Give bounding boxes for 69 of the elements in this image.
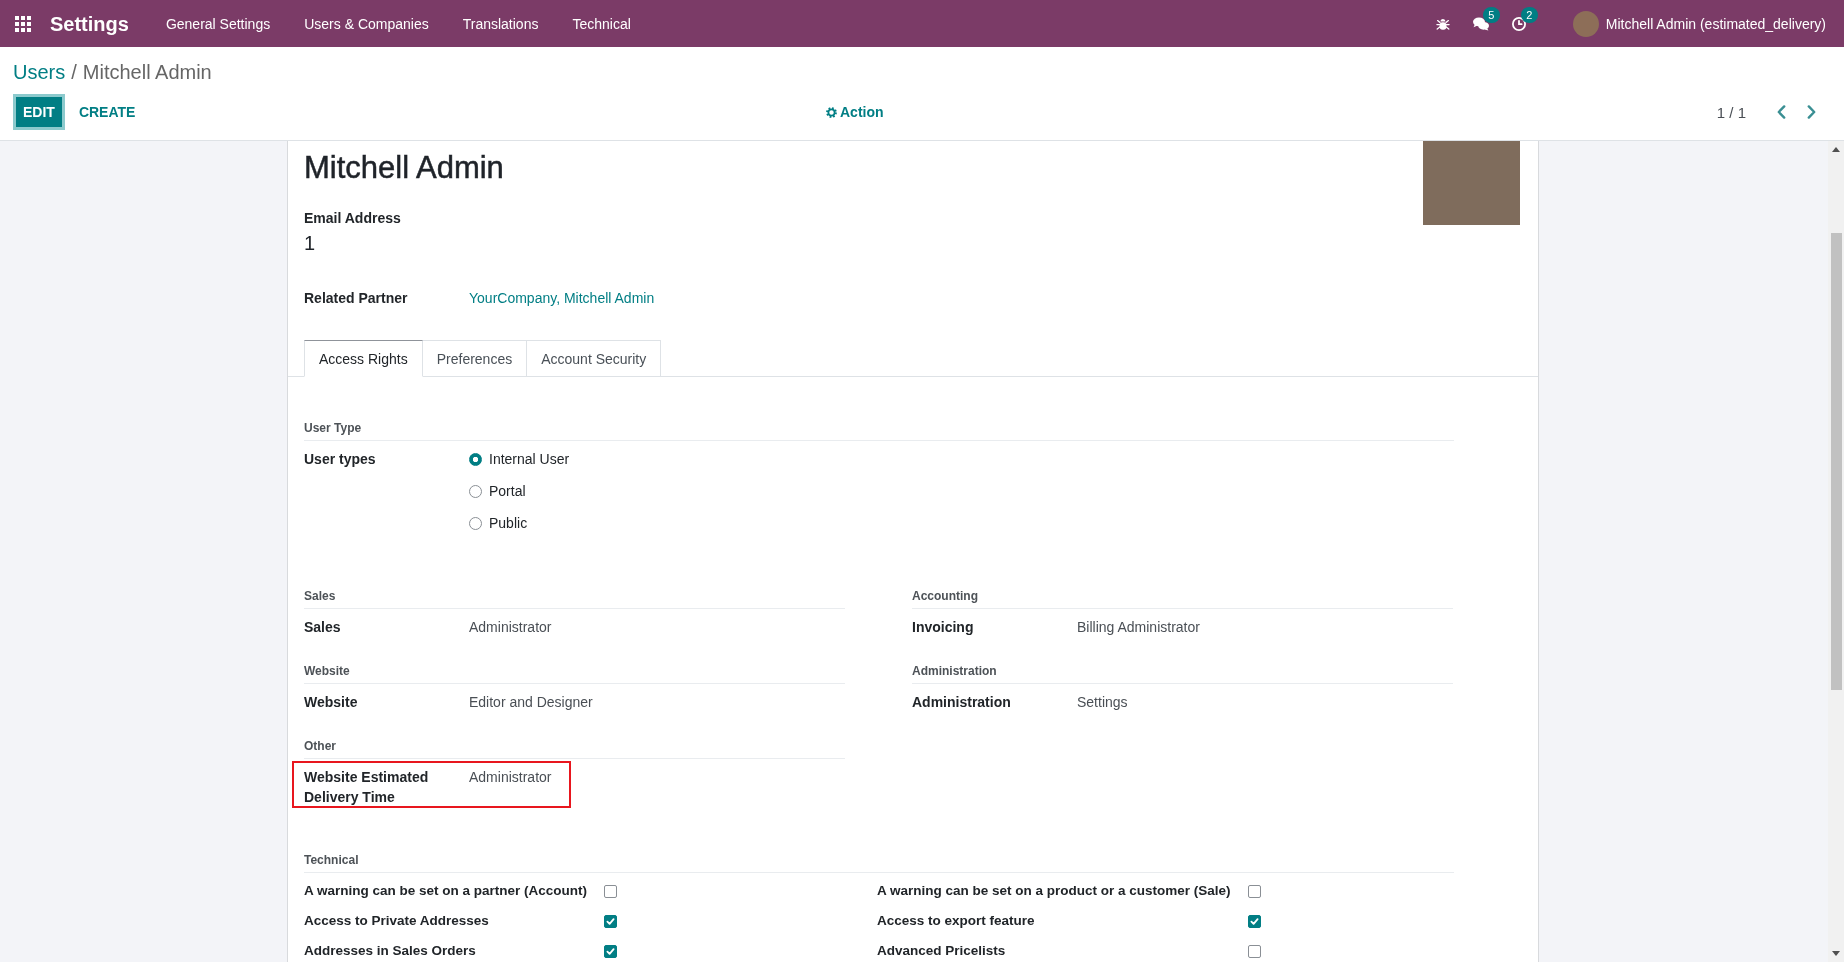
bug-icon[interactable] <box>1435 16 1450 31</box>
record-name: Mitchell Admin <box>304 149 504 187</box>
field-label: Email Address <box>304 209 402 228</box>
checkbox-label: Access to Private Addresses <box>304 912 490 930</box>
edit-button[interactable]: EDIT <box>13 94 65 130</box>
section-title: Accounting <box>912 587 1453 609</box>
user-menu[interactable]: Mitchell Admin (estimated_delivery) <box>1572 10 1826 37</box>
chevron-left-icon <box>1776 105 1786 119</box>
section-title: Administration <box>912 662 1453 684</box>
field-value: Editor and Designer <box>469 693 593 712</box>
menu-item[interactable]: Users & Companies <box>287 13 446 34</box>
breadcrumb-link[interactable]: Users <box>13 60 66 84</box>
section-title: Other <box>304 737 845 759</box>
radio-button[interactable] <box>469 484 482 498</box>
field-value: Billing Administrator <box>1077 618 1200 637</box>
menu-grid-icon[interactable] <box>15 15 31 32</box>
field-label: Related Partner <box>304 289 409 308</box>
scrollbar-thumb[interactable] <box>1830 233 1842 690</box>
menu-item[interactable]: General Settings <box>148 13 288 34</box>
scroll-up-icon[interactable] <box>1832 147 1840 152</box>
field-label: User types <box>304 450 377 469</box>
checkbox[interactable] <box>1247 884 1261 898</box>
tab[interactable]: Account Security <box>526 340 662 377</box>
checkbox[interactable] <box>604 884 618 898</box>
checkbox-label: Advanced Pricelists <box>877 942 1007 960</box>
radio-button[interactable] <box>469 516 482 530</box>
field-value: 1 <box>304 231 317 256</box>
app-title[interactable]: Settings <box>50 11 129 36</box>
checkbox-label: Access to export feature <box>877 912 1036 930</box>
field-label: Invoicing <box>912 618 975 637</box>
option-label: Portal <box>489 482 526 501</box>
action-button[interactable]: Action <box>822 97 888 127</box>
checkbox[interactable] <box>604 944 618 958</box>
checkbox-label: A warning can be set on a product or a customer (Sale) <box>877 882 1231 900</box>
checkbox[interactable] <box>1247 914 1261 928</box>
scroll-down-icon[interactable] <box>1832 951 1840 956</box>
option-label: Public <box>489 514 528 533</box>
breadcrumb-current: Mitchell Admin <box>82 60 212 84</box>
checkbox[interactable] <box>1247 944 1261 958</box>
menu-item[interactable]: Technical <box>555 13 648 34</box>
pager-value[interactable]: 1 / 1 <box>1716 103 1746 121</box>
field-value: Administrator <box>469 768 552 787</box>
chevron-right-icon <box>1806 105 1816 119</box>
create-button[interactable]: CREATE <box>66 94 148 130</box>
checkbox[interactable] <box>604 914 618 928</box>
field-label: Administration <box>912 693 1012 712</box>
section-title: Sales <box>304 587 845 609</box>
avatar-icon <box>1572 10 1599 37</box>
partner-link[interactable]: YourCompany, Mitchell Admin <box>469 288 655 308</box>
field-label: Sales <box>304 618 342 637</box>
checkbox-label: A warning can be set on a partner (Account) <box>304 882 588 900</box>
clock-icon[interactable] <box>1511 16 1526 31</box>
field-value: Administrator <box>469 618 552 637</box>
section-title: Technical <box>304 851 1454 873</box>
radio-button[interactable] <box>469 452 482 466</box>
menu-item[interactable]: Translations <box>445 13 556 34</box>
gear-icon <box>826 106 837 118</box>
section-title: Website <box>304 662 845 684</box>
tab[interactable]: Access Rights <box>304 340 423 377</box>
scrollbar[interactable] <box>1828 141 1844 962</box>
message-count: 5 <box>1482 7 1500 23</box>
field-label: Website Estimated Delivery Time <box>304 768 430 807</box>
checkbox-label: Addresses in Sales Orders <box>304 942 477 960</box>
field-label: Website <box>304 693 359 712</box>
activity-count: 2 <box>1520 7 1538 23</box>
option-label: Internal User <box>489 450 570 469</box>
section-title: User Type <box>304 419 1454 441</box>
field-value: Settings <box>1077 693 1128 712</box>
breadcrumb-separator: / <box>71 60 77 84</box>
